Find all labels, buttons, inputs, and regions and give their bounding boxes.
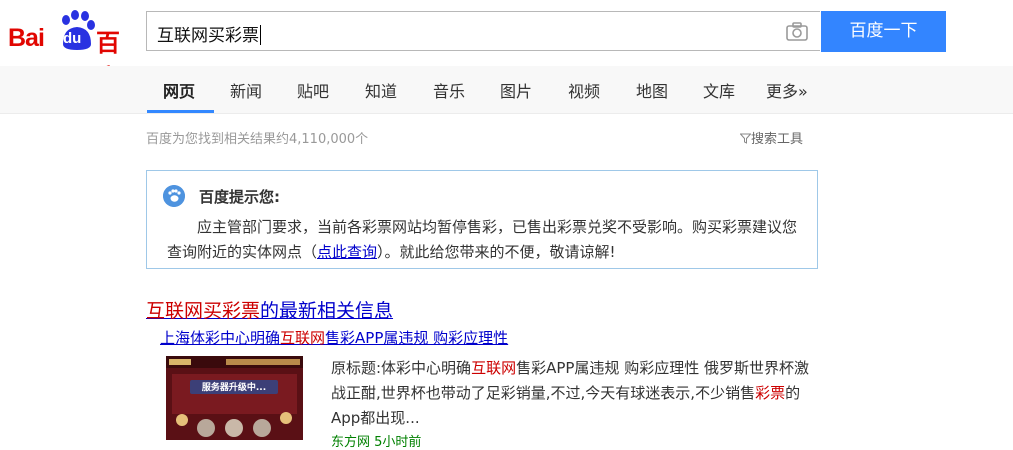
tab-wenku[interactable]: 文库	[703, 78, 735, 102]
tab-more[interactable]: 更多»	[766, 78, 808, 102]
result-count: 百度为您找到相关结果约4,110,000个	[146, 132, 369, 147]
tab-images[interactable]: 图片	[500, 78, 532, 102]
search-tools-button[interactable]: 搜索工具	[739, 128, 804, 147]
baidu-notice-box: 百度提示您: 应主管部门要求，当前各彩票网站均暂停售彩，已售出彩票兑奖不受影响。…	[146, 170, 818, 269]
nav-bar: 网页 新闻 贴吧 知道 音乐 图片 视频 地图 文库 更多»	[0, 66, 1013, 114]
news-section-title-link[interactable]: 互联网买彩票的最新相关信息	[146, 296, 393, 323]
notice-title: 百度提示您:	[199, 188, 280, 206]
tab-news[interactable]: 新闻	[230, 78, 262, 102]
tab-tieba[interactable]: 贴吧	[297, 78, 329, 102]
tab-maps[interactable]: 地图	[636, 78, 668, 102]
paw-icon	[163, 185, 185, 207]
tab-web[interactable]: 网页	[163, 78, 195, 102]
news-source: 东方网 5小时前	[331, 435, 422, 450]
news-headline-link[interactable]: 上海体彩中心明确互联网售彩APP属违规 购彩应理性	[160, 327, 508, 348]
news-thumbnail[interactable]: 服务器升级中...	[166, 356, 303, 440]
search-query-text: 互联网买彩票	[157, 25, 261, 46]
active-tab-indicator	[147, 110, 214, 113]
thumbnail-text: 服务器升级中...	[202, 381, 266, 393]
search-input[interactable]: 互联网买彩票	[146, 11, 820, 51]
search-button[interactable]: 百度一下	[821, 11, 946, 52]
filter-icon	[739, 133, 752, 144]
tab-video[interactable]: 视频	[568, 78, 600, 102]
search-tools-label: 搜索工具	[751, 132, 804, 147]
header: Bai du 百度 互联网买彩票 百度一下	[0, 0, 1013, 92]
logo-du-text: du	[63, 30, 82, 47]
baidu-logo[interactable]: Bai du 百度	[8, 8, 138, 92]
notice-body: 应主管部门要求，当前各彩票网站均暂停售彩，已售出彩票兑奖不受影响。购买彩票建议您…	[167, 218, 798, 261]
query-nearby-link[interactable]: 点此查询	[317, 243, 377, 261]
text-caret	[260, 25, 261, 45]
camera-icon[interactable]	[786, 22, 808, 41]
tab-music[interactable]: 音乐	[433, 78, 465, 102]
news-description: 原标题:体彩中心明确互联网售彩APP属违规 购彩应理性 俄罗斯世界杯激战正酣,世…	[331, 359, 809, 427]
logo-latin-text: Bai	[8, 24, 45, 52]
tab-zhidao[interactable]: 知道	[365, 78, 397, 102]
